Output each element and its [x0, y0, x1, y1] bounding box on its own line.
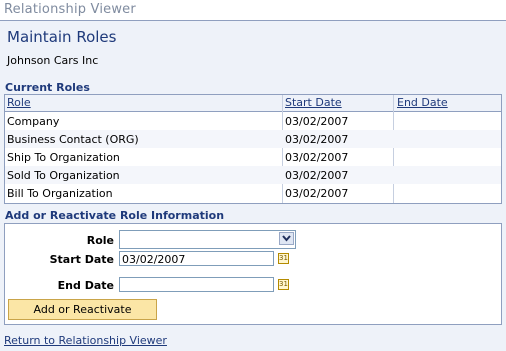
- table-row: Bill To Organization 03/02/2007: [5, 184, 501, 202]
- current-roles-heading: Current Roles: [5, 81, 90, 94]
- calendar-icon[interactable]: 31: [278, 253, 289, 264]
- start-date-cell: 03/02/2007: [285, 115, 349, 128]
- start-date-cell: 03/02/2007: [285, 169, 349, 182]
- return-to-relationship-viewer-link[interactable]: Return to Relationship Viewer: [4, 334, 167, 347]
- start-date-field[interactable]: 03/02/2007: [119, 251, 274, 266]
- role-label: Role: [86, 234, 114, 247]
- end-date-field[interactable]: [119, 277, 274, 292]
- start-date-cell: 03/02/2007: [285, 151, 349, 164]
- page-title: Maintain Roles: [7, 28, 117, 46]
- table-row: Company 03/02/2007: [5, 112, 501, 130]
- column-header-start-date[interactable]: Start Date: [285, 96, 342, 111]
- current-roles-table: Role Start Date End Date Company 03/02/2…: [4, 94, 502, 204]
- start-date-label: Start Date: [49, 253, 114, 266]
- table-header: Role Start Date End Date: [5, 95, 501, 112]
- table-row: Business Contact (ORG) 03/02/2007: [5, 130, 501, 148]
- table-row: Sold To Organization 03/02/2007: [5, 166, 501, 184]
- role-cell: Company: [7, 115, 60, 128]
- calendar-icon[interactable]: 31: [278, 279, 289, 290]
- role-cell: Bill To Organization: [7, 187, 113, 200]
- app-title: Relationship Viewer: [4, 2, 136, 17]
- role-cell: Sold To Organization: [7, 169, 120, 182]
- role-cell: Business Contact (ORG): [7, 133, 139, 146]
- start-date-cell: 03/02/2007: [285, 133, 349, 146]
- organization-name: Johnson Cars Inc: [7, 54, 99, 67]
- role-select[interactable]: [119, 230, 296, 249]
- add-role-heading: Add or Reactivate Role Information: [5, 209, 225, 222]
- table-row: Ship To Organization 03/02/2007: [5, 148, 501, 166]
- chevron-down-icon[interactable]: [279, 232, 294, 245]
- column-header-end-date[interactable]: End Date: [397, 96, 448, 111]
- start-date-cell: 03/02/2007: [285, 187, 349, 200]
- end-date-label: End Date: [57, 279, 114, 292]
- column-header-role[interactable]: Role: [7, 96, 31, 111]
- role-cell: Ship To Organization: [7, 151, 120, 164]
- add-or-reactivate-button[interactable]: Add or Reactivate: [8, 299, 157, 320]
